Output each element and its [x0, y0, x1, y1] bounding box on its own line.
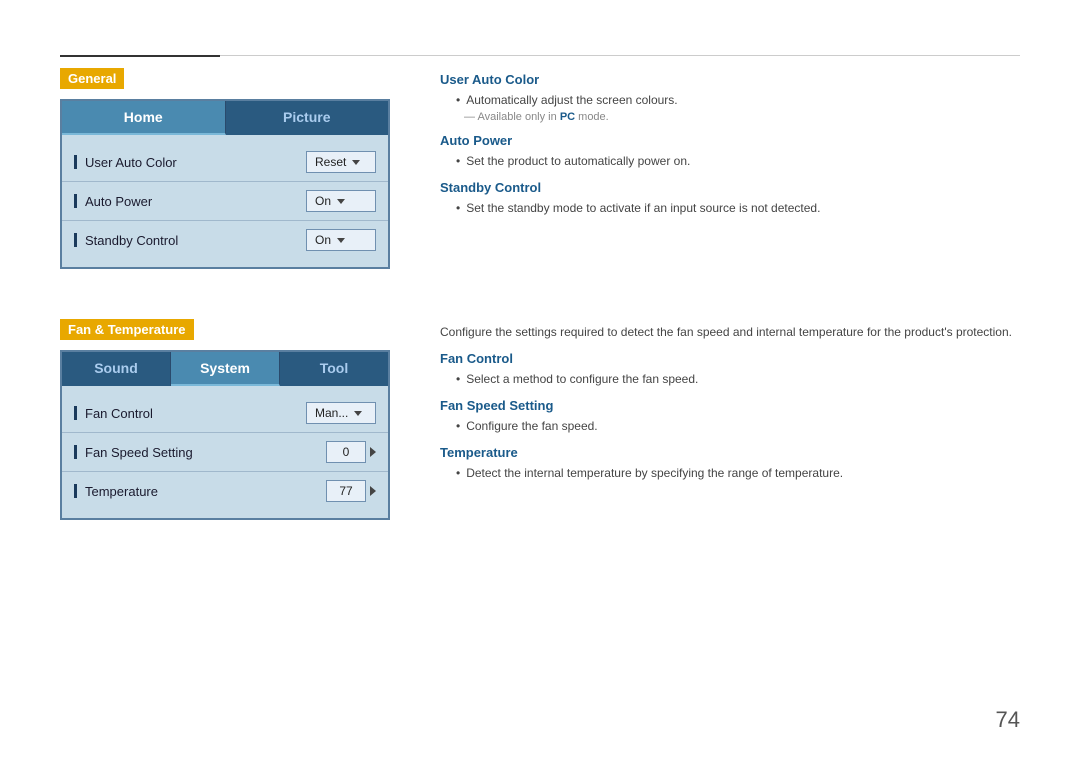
general-title: General — [60, 68, 124, 89]
fan-intro: Configure the settings required to detec… — [440, 323, 1020, 341]
label-bar — [74, 194, 77, 208]
standby-control-desc: Set the standby mode to activate if an i… — [456, 199, 1020, 217]
auto-power-desc: Set the product to automatically power o… — [456, 152, 1020, 170]
dropdown-arrow-icon — [337, 199, 345, 204]
fan-title: Fan & Temperature — [60, 319, 194, 340]
label-bar — [74, 233, 77, 247]
user-auto-color-label: User Auto Color — [74, 155, 296, 170]
user-auto-color-heading: User Auto Color — [440, 72, 1020, 87]
general-tabs: Home Picture — [62, 101, 388, 135]
general-menu-body: User Auto Color Reset A — [62, 135, 388, 267]
auto-power-control: On — [296, 190, 376, 212]
tab-home[interactable]: Home — [62, 101, 226, 135]
page-number: 74 — [996, 707, 1020, 733]
user-auto-color-desc: Automatically adjust the screen colours. — [456, 91, 1020, 109]
temperature-desc: Detect the internal temperature by speci… — [456, 464, 1020, 482]
fan-control-heading: Fan Control — [440, 351, 1020, 366]
label-bar — [74, 445, 77, 459]
user-auto-color-control: Reset — [296, 151, 376, 173]
tab-sound[interactable]: Sound — [62, 352, 171, 386]
table-row: Auto Power On — [62, 182, 388, 221]
tab-tool[interactable]: Tool — [280, 352, 388, 386]
auto-power-label: Auto Power — [74, 194, 296, 209]
standby-control-label: Standby Control — [74, 233, 296, 248]
table-row: Fan Speed Setting 0 — [62, 433, 388, 472]
temperature-label: Temperature — [74, 484, 296, 499]
table-row: Fan Control Man... — [62, 394, 388, 433]
table-row: User Auto Color Reset — [62, 143, 388, 182]
fan-menu-panel: Sound System Tool Fan Control — [60, 350, 390, 520]
table-row: Temperature 77 — [62, 472, 388, 510]
tab-picture[interactable]: Picture — [226, 101, 389, 135]
tab-system[interactable]: System — [171, 352, 280, 386]
fan-control-label: Fan Control — [74, 406, 296, 421]
standby-control-control: On — [296, 229, 376, 251]
fan-speed-value: 0 — [326, 441, 366, 463]
table-row: Standby Control On — [62, 221, 388, 259]
temperature-value: 77 — [326, 480, 366, 502]
general-section-right: User Auto Color Automatically adjust the… — [440, 68, 1020, 269]
fan-control-desc: Select a method to configure the fan spe… — [456, 370, 1020, 388]
fan-control-dropdown[interactable]: Man... — [306, 402, 376, 424]
fan-control-control: Man... — [296, 402, 376, 424]
standby-control-dropdown[interactable]: On — [306, 229, 376, 251]
fan-menu-body: Fan Control Man... Fan — [62, 386, 388, 518]
label-bar — [74, 406, 77, 420]
top-line-accent — [60, 55, 220, 57]
dropdown-arrow-icon — [352, 160, 360, 165]
fan-speed-control: 0 — [296, 441, 376, 463]
temperature-heading: Temperature — [440, 445, 1020, 460]
dropdown-arrow-icon — [337, 238, 345, 243]
fan-section-left: Fan & Temperature Sound System Tool — [60, 319, 400, 520]
general-section-left: General Home Picture User Auto Co — [60, 68, 400, 269]
auto-power-dropdown[interactable]: On — [306, 190, 376, 212]
user-auto-color-dropdown[interactable]: Reset — [306, 151, 376, 173]
fan-section-right: Configure the settings required to detec… — [440, 319, 1020, 520]
fan-speed-arrow-right[interactable] — [370, 447, 376, 457]
fan-speed-heading: Fan Speed Setting — [440, 398, 1020, 413]
label-bar — [74, 484, 77, 498]
label-bar — [74, 155, 77, 169]
fan-speed-desc: Configure the fan speed. — [456, 417, 1020, 435]
temperature-control: 77 — [296, 480, 376, 502]
general-menu-panel: Home Picture User Auto Color — [60, 99, 390, 269]
fan-speed-label: Fan Speed Setting — [74, 445, 296, 460]
temperature-arrow-right[interactable] — [370, 486, 376, 496]
dropdown-arrow-icon — [354, 411, 362, 416]
fan-tabs: Sound System Tool — [62, 352, 388, 386]
auto-power-heading: Auto Power — [440, 133, 1020, 148]
standby-control-heading: Standby Control — [440, 180, 1020, 195]
user-auto-color-sub: — Available only in PC mode. — [464, 111, 1020, 123]
